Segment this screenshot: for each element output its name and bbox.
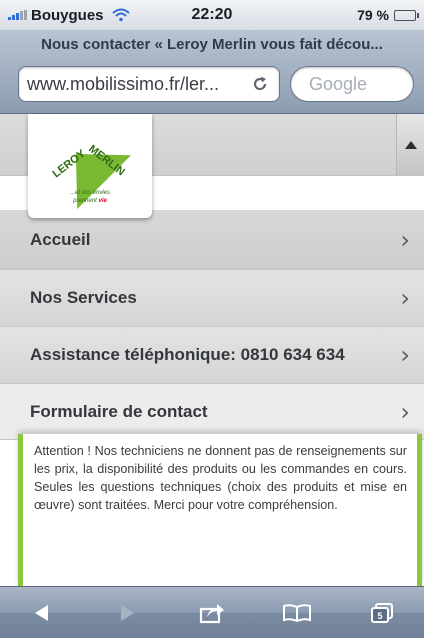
bookmarks-button[interactable] xyxy=(254,587,339,638)
back-arrow-icon xyxy=(35,604,49,621)
logo-tagline: ...et vos envies xyxy=(70,190,110,196)
wifi-icon xyxy=(111,8,130,22)
triangle-up-icon xyxy=(404,141,417,149)
back-button[interactable] xyxy=(0,587,85,638)
menu-item-assistance[interactable]: Assistance téléphonique: 0810 634 634 › xyxy=(0,327,424,384)
forward-arrow-icon xyxy=(121,604,135,621)
tab-count: 5 xyxy=(377,611,382,621)
carrier-name: Bouygues xyxy=(31,6,104,24)
menu-item-label: Accueil xyxy=(30,229,91,249)
battery-icon xyxy=(394,9,419,21)
browser-toolbar: 5 xyxy=(0,586,424,638)
menu-item-label: Nos Services xyxy=(30,288,137,307)
menu-item-accueil[interactable]: Accueil › xyxy=(0,210,424,270)
notice-text: Attention ! Nos techniciens ne donnent p… xyxy=(34,444,407,512)
svg-text:prennent vie: prennent vie xyxy=(72,198,107,204)
site-logo[interactable]: LEROY MERLIN ...et vos envies prennent v… xyxy=(28,114,152,218)
carrier: Bouygues xyxy=(8,7,130,24)
share-icon xyxy=(199,603,224,623)
bookmarks-icon xyxy=(282,603,311,622)
menu-item-label: Assistance téléphonique: 0810 634 634 xyxy=(30,345,345,364)
share-button[interactable] xyxy=(170,587,255,638)
battery-status: 79 % xyxy=(357,7,419,23)
menu-item-nos-services[interactable]: Nos Services › xyxy=(0,270,424,327)
chevron-right-icon: › xyxy=(400,397,410,426)
search-input[interactable]: Google xyxy=(290,66,414,102)
url-text[interactable]: www.mobilissimo.fr/ler... xyxy=(27,74,249,95)
site-menu: Accueil › Nos Services › Assistance télé… xyxy=(0,210,424,440)
menu-item-label: Formulaire de contact xyxy=(30,401,208,421)
address-bar[interactable]: www.mobilissimo.fr/ler... xyxy=(18,66,280,102)
status-bar: Bouygues 22:20 79 % xyxy=(0,0,424,30)
tabs-button[interactable]: 5 xyxy=(339,587,424,638)
signal-strength-icon xyxy=(8,10,27,20)
chevron-right-icon: › xyxy=(400,341,410,369)
page-title: Nous contacter « Leroy Merlin vous fait … xyxy=(41,36,383,53)
notice-box: Attention ! Nos techniciens ne donnent p… xyxy=(18,434,422,586)
browser-header: Nous contacter « Leroy Merlin vous fait … xyxy=(0,30,424,114)
forward-button[interactable] xyxy=(85,587,170,638)
battery-percent: 79 % xyxy=(357,7,389,23)
scroll-up-button[interactable] xyxy=(396,114,424,176)
tabs-icon: 5 xyxy=(370,602,393,623)
menu-item-formulaire[interactable]: Formulaire de contact › xyxy=(0,384,424,440)
chevron-right-icon: › xyxy=(400,225,410,254)
chevron-right-icon: › xyxy=(400,284,410,312)
reload-icon[interactable] xyxy=(249,73,271,95)
